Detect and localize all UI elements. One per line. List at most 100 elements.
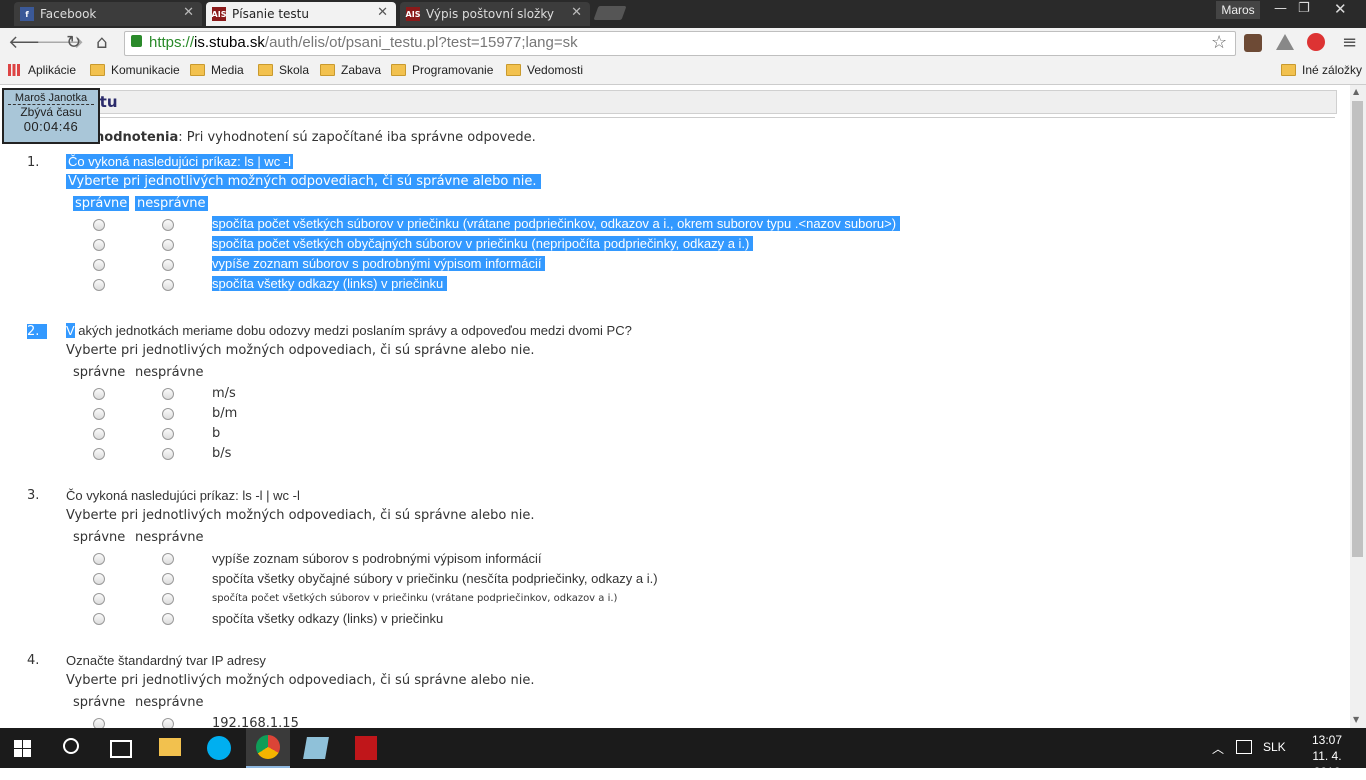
question-number: 2.: [27, 324, 48, 339]
lock-icon: [131, 35, 142, 47]
scroll-up-icon[interactable]: ▲: [1353, 87, 1359, 96]
column-incorrect-label: nesprávne: [135, 196, 208, 211]
clock-time: 13:07: [1311, 733, 1343, 747]
bookmark-folder[interactable]: Media: [190, 63, 244, 77]
clock[interactable]: 13:07 11. 4. 2016: [1300, 732, 1354, 780]
radio-correct[interactable]: [93, 239, 105, 251]
bookmark-label: Komunikacie: [111, 63, 180, 77]
bookmark-label: Zabava: [341, 63, 382, 77]
radio-correct[interactable]: [93, 613, 105, 625]
bookmark-folder[interactable]: Programovanie: [391, 63, 493, 77]
radio-incorrect[interactable]: [162, 428, 174, 440]
bookmark-star-icon[interactable]: ☆: [1211, 32, 1227, 53]
reload-icon[interactable]: ↻: [66, 32, 81, 53]
radio-incorrect[interactable]: [162, 388, 174, 400]
radio-correct[interactable]: [93, 219, 105, 231]
bookmark-folder[interactable]: Zabava: [320, 63, 381, 77]
tray-chevron-icon[interactable]: ︿: [1212, 740, 1224, 757]
timer-box: Maroš Janotka Zbývá času 00:04:46: [2, 88, 100, 144]
scroll-thumb[interactable]: [1352, 101, 1363, 557]
camera-extension-icon[interactable]: [1244, 34, 1262, 52]
tab-pisanie-testu[interactable]: AIS Písanie testu ✕: [206, 2, 396, 26]
answer-text: spočíta počet všetkých obyčajných súboro…: [212, 236, 754, 251]
minimize-icon[interactable]: —: [1274, 1, 1287, 16]
notepad-icon[interactable]: [303, 737, 329, 759]
profile-button[interactable]: Maros: [1216, 1, 1260, 19]
question-number: 3.: [27, 488, 40, 503]
bookmark-other[interactable]: Iné záložky: [1281, 63, 1362, 77]
radio-incorrect[interactable]: [162, 259, 174, 271]
page-content: Písanie testu Spôsob vyhodnotenia: Pri v…: [0, 85, 1350, 728]
tab-facebook[interactable]: f Facebook ✕: [14, 2, 202, 26]
column-correct-label: správne: [73, 695, 126, 710]
tab-label: Písanie testu: [232, 7, 309, 21]
radio-incorrect[interactable]: [162, 219, 174, 231]
tab-label: Facebook: [40, 7, 97, 21]
radio-correct[interactable]: [93, 388, 105, 400]
radio-incorrect[interactable]: [162, 613, 174, 625]
close-icon[interactable]: ✕: [183, 5, 194, 20]
radio-correct[interactable]: [93, 573, 105, 585]
bookmark-label: Vedomosti: [527, 63, 584, 77]
address-bar[interactable]: https://is.stuba.sk/auth/elis/ot/psani_t…: [124, 31, 1236, 56]
facebook-icon: f: [20, 7, 34, 21]
page-header-bar: Písanie testu: [7, 90, 1337, 114]
answer-text: 192.168.1.15: [212, 716, 299, 728]
adblock-extension-icon[interactable]: [1307, 33, 1325, 51]
question-number: 1.: [27, 155, 40, 170]
folder-icon: [506, 64, 521, 76]
skype-icon[interactable]: [207, 736, 231, 760]
radio-incorrect[interactable]: [162, 573, 174, 585]
radio-correct[interactable]: [93, 718, 105, 728]
bookmark-folder[interactable]: Komunikacie: [90, 63, 180, 77]
tab-vypis-postovni-slozky[interactable]: AIS Výpis poštovní složky ✕: [400, 2, 590, 26]
column-incorrect-label: nesprávne: [135, 695, 204, 710]
search-icon[interactable]: [63, 738, 79, 754]
radio-incorrect[interactable]: [162, 279, 174, 291]
bookmark-folder[interactable]: Skola: [258, 63, 309, 77]
drive-extension-icon[interactable]: [1276, 34, 1294, 50]
window-close-icon[interactable]: ✕: [1334, 0, 1347, 18]
folder-icon: [90, 64, 105, 76]
folder-icon: [1281, 64, 1296, 76]
answer-text: spočíta všetky odkazy (links) v priečink…: [212, 611, 444, 626]
radio-correct[interactable]: [93, 428, 105, 440]
language-indicator[interactable]: SLK: [1263, 740, 1286, 754]
home-icon[interactable]: ⌂: [96, 32, 107, 53]
clock-date: 11. 4. 2016: [1312, 749, 1342, 779]
bookmarks-bar: Aplikácie Komunikacie Media Skola Zabava…: [0, 58, 1366, 85]
chrome-taskbar-button[interactable]: [246, 728, 290, 768]
answer-text: b/s: [212, 446, 232, 461]
radio-correct[interactable]: [93, 408, 105, 420]
radio-incorrect[interactable]: [162, 553, 174, 565]
close-icon[interactable]: ✕: [571, 5, 582, 20]
radio-correct[interactable]: [93, 553, 105, 565]
radio-incorrect[interactable]: [162, 239, 174, 251]
radio-incorrect[interactable]: [162, 408, 174, 420]
restore-icon[interactable]: ❐: [1298, 1, 1310, 16]
radio-correct[interactable]: [93, 448, 105, 460]
bookmark-folder[interactable]: Vedomosti: [506, 63, 583, 77]
radio-incorrect[interactable]: [162, 718, 174, 728]
radio-correct[interactable]: [93, 259, 105, 271]
radio-correct[interactable]: [93, 279, 105, 291]
menu-icon[interactable]: ≡: [1342, 32, 1357, 53]
network-icon[interactable]: [1236, 740, 1252, 754]
ais-icon: AIS: [406, 7, 420, 21]
bookmark-apps[interactable]: Aplikácie: [8, 63, 76, 77]
scroll-down-icon[interactable]: ▼: [1353, 715, 1359, 724]
question-text: Čo vykoná nasledujúci príkaz: ls | wc -l: [66, 154, 294, 169]
file-explorer-icon[interactable]: [159, 738, 181, 756]
radio-incorrect[interactable]: [162, 593, 174, 605]
radio-incorrect[interactable]: [162, 448, 174, 460]
new-tab-button[interactable]: [593, 6, 627, 20]
close-icon[interactable]: ✕: [377, 5, 388, 20]
radio-correct[interactable]: [93, 593, 105, 605]
task-view-icon[interactable]: [110, 740, 132, 758]
bookmark-label: Media: [211, 63, 244, 77]
acrobat-icon[interactable]: [355, 736, 377, 760]
bookmark-label: Aplikácie: [28, 63, 77, 77]
answer-text: vypíše zoznam súborov s podrobnými výpis…: [212, 551, 542, 566]
scrollbar[interactable]: ▲ ▼: [1350, 85, 1366, 728]
windows-start-icon[interactable]: [14, 740, 32, 757]
